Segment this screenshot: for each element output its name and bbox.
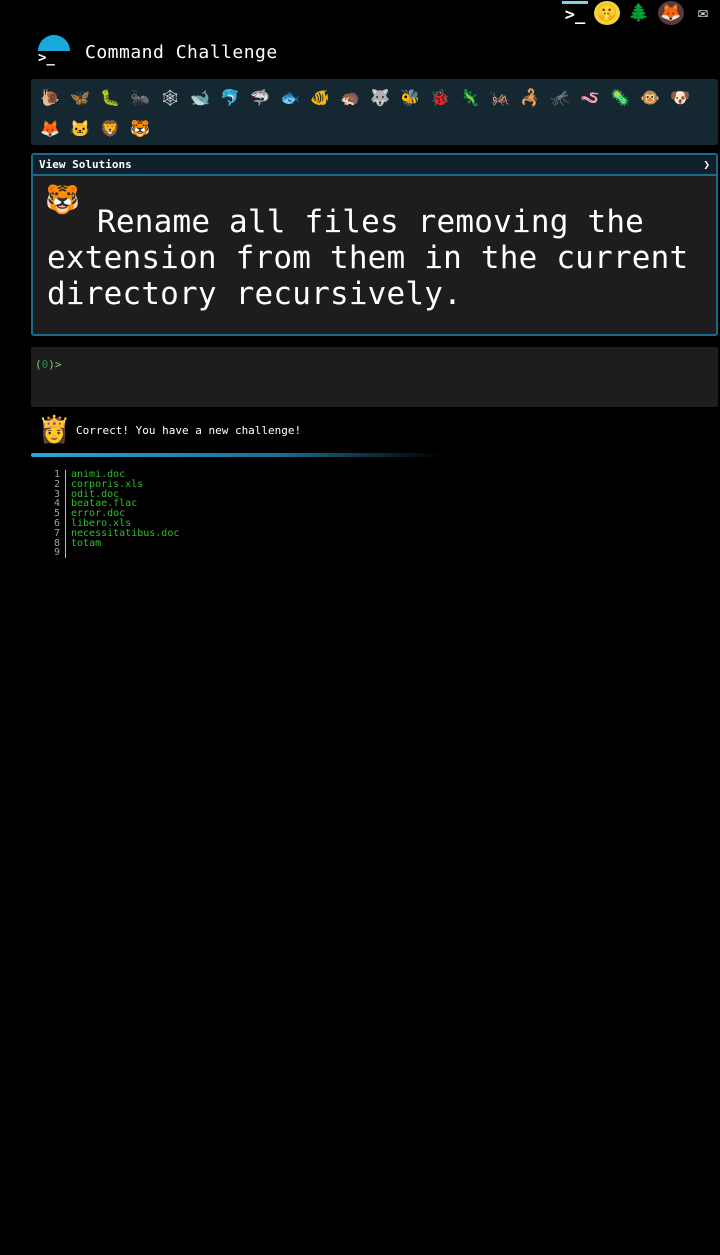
divider-glow — [31, 453, 441, 457]
animal-icon[interactable]: 🦋 — [65, 82, 95, 113]
animal-icon[interactable]: 🦎 — [455, 82, 485, 113]
animal-icon[interactable]: 🐱 — [65, 113, 95, 144]
line-number: 8 — [53, 537, 60, 549]
animal-icon[interactable]: 🦠 — [605, 82, 635, 113]
line-number: 5 — [53, 508, 60, 520]
animal-icon[interactable]: 🐌 — [35, 82, 65, 113]
file-name — [66, 548, 71, 558]
line-number: 3 — [53, 488, 60, 500]
animal-icon[interactable]: 🦂 — [515, 82, 545, 113]
challenge-body: 🐯 Rename all files removing the extensio… — [33, 176, 716, 318]
logo-prompt: >_ — [38, 50, 55, 66]
view-solutions-label: View Solutions — [39, 158, 132, 171]
page-header: >_ Command Challenge — [36, 32, 278, 72]
animal-icon[interactable]: 🐜 — [125, 82, 155, 113]
tree-icon[interactable]: 🌲 — [626, 1, 652, 25]
animal-icon[interactable]: 🐛 — [95, 82, 125, 113]
file-listing: 1 animi.doc 2 corporis.xls 3 odit.doc 4 beat… — [38, 469, 179, 559]
list-item: 9 — [38, 547, 179, 559]
line-number: 1 — [53, 469, 60, 480]
animal-icon[interactable]: 🐋 — [185, 82, 215, 113]
animal-icon[interactable]: 🐠 — [305, 82, 335, 113]
gitlab-icon[interactable]: 🦊 — [658, 1, 684, 25]
file-name: totam — [71, 537, 102, 549]
command-challenge-logo[interactable]: >_ — [36, 35, 70, 69]
animal-icon[interactable]: 🦈 — [245, 82, 275, 113]
animal-icon[interactable]: 🦁 — [95, 113, 125, 144]
line-number: 6 — [53, 517, 60, 529]
prompt-open: ( — [35, 358, 42, 371]
challenge-icon-panel: 🐌 🦋 🐛 🐜 🕸 🐋 🐬 🦈 🐟 🐠 🦔 🐺 🐝 🐞 🦎 🦗 🦂 🦟 🪱 🦠 … — [31, 79, 718, 145]
animal-icon[interactable]: 🦔 — [335, 82, 365, 113]
feedback-text: Correct! You have a new challenge! — [76, 423, 302, 437]
line-number: 7 — [53, 527, 60, 539]
quiet-face-icon[interactable]: 🤫 — [594, 1, 620, 25]
animal-icon[interactable]: 🐵 — [635, 82, 665, 113]
line-number: 4 — [53, 498, 60, 510]
animal-icon[interactable]: 🐞 — [425, 82, 455, 113]
challenge-text: Rename all files removing the extension … — [47, 204, 689, 312]
animal-icon[interactable]: 🪱 — [575, 82, 605, 113]
view-solutions-toggle[interactable]: View Solutions ❯ — [33, 155, 716, 176]
mail-icon[interactable]: ✉ — [690, 1, 716, 25]
animal-icon[interactable]: 🕸 — [155, 82, 185, 113]
challenge-card: View Solutions ❯ 🐯 Rename all files remo… — [31, 153, 718, 336]
animal-icon[interactable]: 🐟 — [275, 82, 305, 113]
tiger-icon: 🐯 — [45, 183, 80, 216]
chevron-right-icon: ❯ — [703, 158, 710, 171]
feedback-message: 👸 Correct! You have a new challenge! — [38, 413, 301, 447]
top-toolbar: >_ 🤫 🌲 🦊 ✉ — [562, 0, 720, 26]
animal-icon[interactable]: 🐺 — [365, 82, 395, 113]
princess-icon: 👸 — [38, 415, 71, 445]
animal-icon[interactable]: 🦗 — [485, 82, 515, 113]
animal-icon[interactable]: 🐬 — [215, 82, 245, 113]
animal-icon[interactable]: 🐶 — [665, 82, 695, 113]
terminal-input[interactable]: (0)> — [31, 347, 718, 407]
line-number: 2 — [53, 478, 60, 490]
page-title: Command Challenge — [85, 41, 278, 63]
line-number: 9 — [53, 547, 60, 559]
animal-icon-current[interactable]: 🐯 — [125, 113, 155, 144]
animal-icon[interactable]: 🦊 — [35, 113, 65, 144]
animal-icon[interactable]: 🦟 — [545, 82, 575, 113]
terminal-icon[interactable]: >_ — [562, 1, 588, 25]
prompt-close: )> — [48, 358, 62, 371]
animal-icon[interactable]: 🐝 — [395, 82, 425, 113]
